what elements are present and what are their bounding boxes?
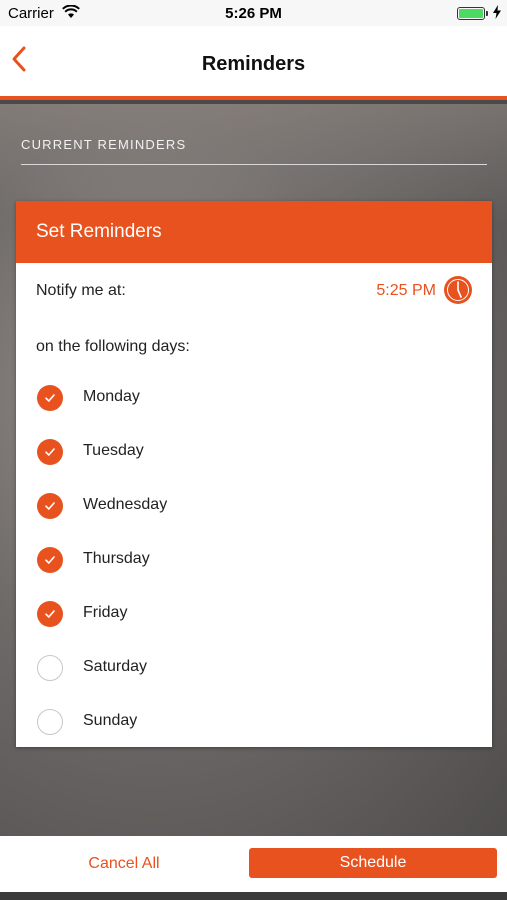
checkmark-icon: [45, 610, 55, 618]
day-label: Tuesday: [83, 442, 144, 459]
checkbox-wednesday[interactable]: [37, 493, 63, 519]
notify-row: Notify me at: 5:25 PM: [16, 263, 492, 319]
day-row-tuesday[interactable]: Tuesday: [16, 425, 492, 479]
bottom-edge: [0, 892, 507, 900]
checkbox-friday[interactable]: [37, 601, 63, 627]
day-row-sunday[interactable]: Sunday: [16, 695, 492, 749]
day-row-monday[interactable]: Monday: [16, 371, 492, 425]
card-title: Set Reminders: [36, 221, 162, 242]
day-label: Thursday: [83, 550, 150, 567]
checkbox-thursday[interactable]: [37, 547, 63, 573]
schedule-button[interactable]: Schedule: [249, 848, 497, 878]
day-label: Friday: [83, 604, 128, 621]
day-label: Sunday: [83, 712, 138, 729]
battery-tip: [486, 11, 488, 16]
checkmark-icon: [45, 394, 55, 402]
page-title: Reminders: [201, 53, 306, 75]
day-row-wednesday[interactable]: Wednesday: [16, 479, 492, 533]
checkmark-icon: [45, 556, 55, 564]
checkbox-monday[interactable]: [37, 385, 63, 411]
day-label: Wednesday: [83, 496, 168, 513]
day-label: Monday: [83, 388, 140, 405]
navigation-bar: Reminders: [0, 26, 507, 100]
checkbox-saturday[interactable]: [37, 655, 63, 681]
divider: [21, 164, 487, 165]
clock-icon[interactable]: [444, 276, 472, 304]
status-time: 5:26 PM: [225, 5, 282, 22]
checkbox-tuesday[interactable]: [37, 439, 63, 465]
checkmark-icon: [45, 502, 55, 510]
checkbox-sunday[interactable]: [37, 709, 63, 735]
cancel-all-button[interactable]: Cancel All: [0, 836, 248, 892]
days-label: on the following days:: [36, 338, 190, 355]
notify-label: Notify me at:: [36, 282, 126, 299]
day-row-thursday[interactable]: Thursday: [16, 533, 492, 587]
checkmark-icon: [45, 448, 55, 456]
status-bar: Carrier 5:26 PM: [0, 0, 507, 26]
notify-time-value[interactable]: 5:25 PM: [376, 282, 436, 300]
set-reminders-card: Set Reminders Notify me at: 5:25 PM on t…: [16, 201, 492, 747]
card-header: Set Reminders: [16, 201, 492, 263]
day-row-saturday[interactable]: Saturday: [16, 641, 492, 695]
footer-bar: Cancel All Schedule: [0, 836, 507, 892]
battery-icon: [457, 7, 485, 20]
current-reminders-heading: CURRENT REMINDERS: [21, 137, 187, 152]
day-row-friday[interactable]: Friday: [16, 587, 492, 641]
charging-bolt-icon: [493, 5, 501, 24]
day-label: Saturday: [83, 658, 148, 675]
